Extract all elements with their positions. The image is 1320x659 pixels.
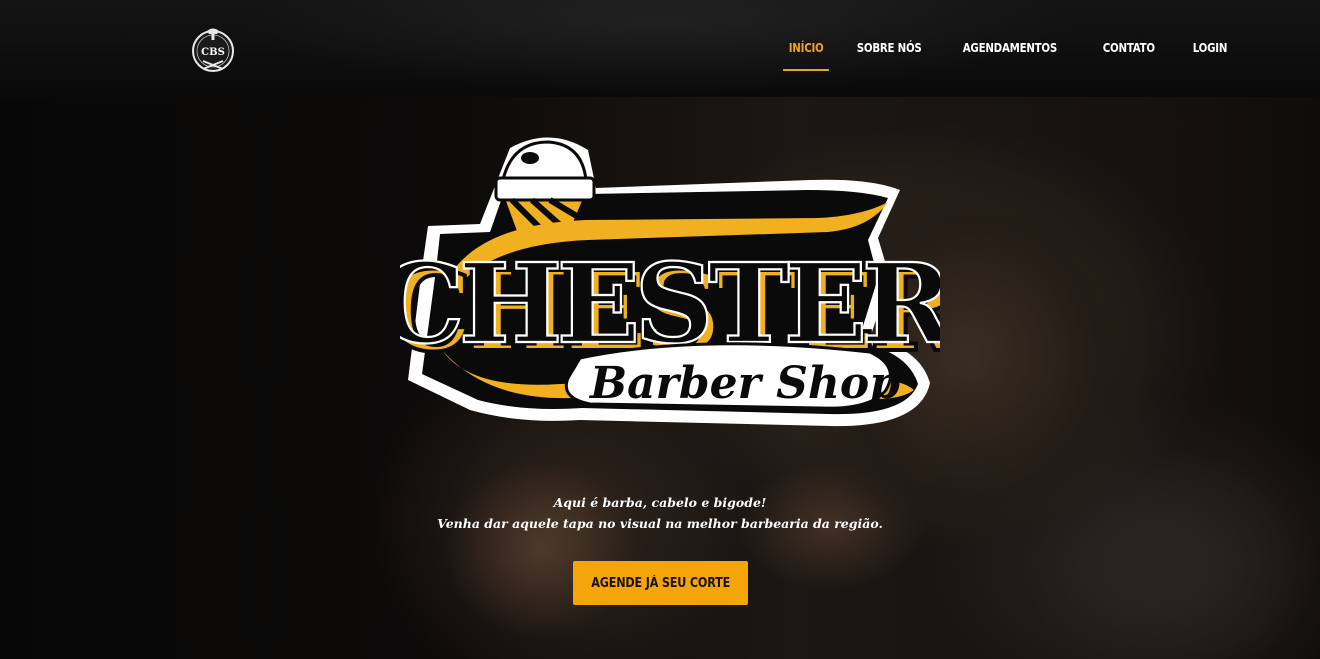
nav-link-login[interactable]: LOGIN [1187, 36, 1233, 71]
nav-link-sobre-nos[interactable]: SOBRE NÓS [851, 36, 927, 71]
book-appointment-button[interactable]: AGENDE JÁ SEU CORTE [573, 561, 748, 605]
nav-link-inicio[interactable]: INÍCIO [783, 36, 830, 71]
nav-link-contato[interactable]: CONTATO [1097, 36, 1161, 71]
main-nav: INÍCIO SOBRE NÓS AGENDAMENTOS CONTATO LO… [783, 36, 1255, 71]
logo-subtitle: Barber Shop [588, 358, 900, 409]
page: CBS INÍCIO SOBRE NÓS AGENDAMENTOS CONTAT… [0, 0, 1320, 659]
navbar: CBS INÍCIO SOBRE NÓS AGENDAMENTOS CONTAT… [0, 0, 1320, 97]
hero-tagline: Aqui é barba, cabelo e bigode! Venha dar… [360, 492, 960, 534]
nav-link-agendamentos[interactable]: AGENDAMENTOS [957, 36, 1063, 71]
chester-barber-shop-logo: CHESTER CHESTER Barber Shop [400, 137, 940, 427]
hero-background-arm [420, 430, 680, 659]
tagline-line-2: Venha dar aquele tapa no visual na melho… [437, 516, 883, 531]
book-appointment-label: AGENDE JÁ SEU CORTE [591, 575, 730, 591]
brand-logo-icon[interactable]: CBS [190, 25, 236, 75]
brand-logo-text: CBS [201, 47, 225, 58]
tagline-line-1: Aqui é barba, cabelo e bigode! [553, 495, 767, 510]
